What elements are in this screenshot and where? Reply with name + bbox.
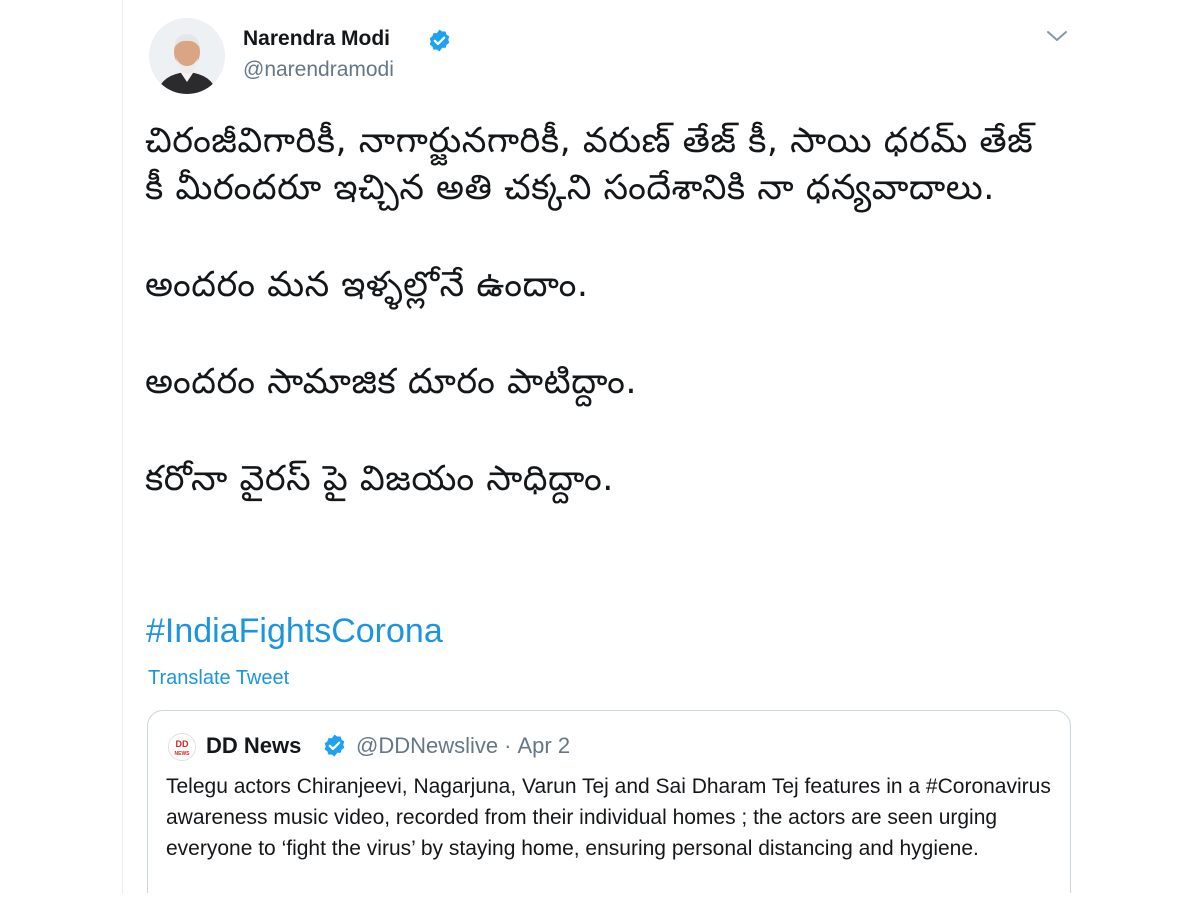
- verified-badge-icon: [429, 29, 450, 52]
- tweet-text: చిరంజీవిగారికీ, నాగార్జునగారికీ, వరుణ్ త…: [145, 118, 1045, 553]
- tweet-card: Narendra Modi @narendramodi చిరంజీవిగారి…: [123, 0, 1098, 893]
- avatar[interactable]: [149, 18, 225, 94]
- quoted-tweet[interactable]: DD NEWS DD News @DDNewslive · Apr 2 Telegu…: [147, 710, 1071, 893]
- right-background-panel: [1097, 0, 1200, 900]
- tweet-paragraph: అందరం మన ఇళ్ళల్లోనే ఉందాం.: [145, 265, 589, 305]
- quoted-handle[interactable]: @DDNewslive: [356, 733, 498, 758]
- chevron-down-icon[interactable]: [1045, 26, 1069, 46]
- dd-news-logo: DD NEWS: [168, 733, 196, 761]
- left-background-panel: [0, 0, 123, 900]
- tweet-paragraph: కరోనా వైరస్ పై విజయం సాధిద్దాం.: [145, 459, 614, 499]
- dd-logo-text-top: DD: [176, 739, 189, 749]
- dd-news-logo-icon: DD NEWS: [169, 734, 195, 760]
- meta-separator: ·: [504, 733, 512, 758]
- avatar-image: [149, 18, 225, 94]
- quoted-meta: @DDNewslive · Apr 2: [356, 733, 570, 759]
- tweet-paragraph: చిరంజీవిగారికీ, నాగార్జునగారికీ, వరుణ్ త…: [145, 121, 1034, 208]
- author-name[interactable]: Narendra Modi: [243, 27, 390, 51]
- dd-logo-text-bottom: NEWS: [175, 751, 191, 757]
- translate-tweet-link[interactable]: Translate Tweet: [148, 667, 289, 690]
- quoted-author-name[interactable]: DD News: [206, 733, 301, 759]
- quoted-date[interactable]: Apr 2: [517, 733, 570, 758]
- quoted-tweet-text: Telegu actors Chiranjeevi, Nagarjuna, Va…: [166, 775, 1051, 860]
- hashtag-link[interactable]: #IndiaFightsCorona: [146, 612, 443, 651]
- verified-badge-icon: [324, 734, 345, 757]
- author-handle[interactable]: @narendramodi: [243, 58, 394, 82]
- tweet-paragraph: అందరం సామాజిక దూరం పాటిద్దాం.: [145, 362, 638, 402]
- bottom-background-strip: [0, 893, 1200, 900]
